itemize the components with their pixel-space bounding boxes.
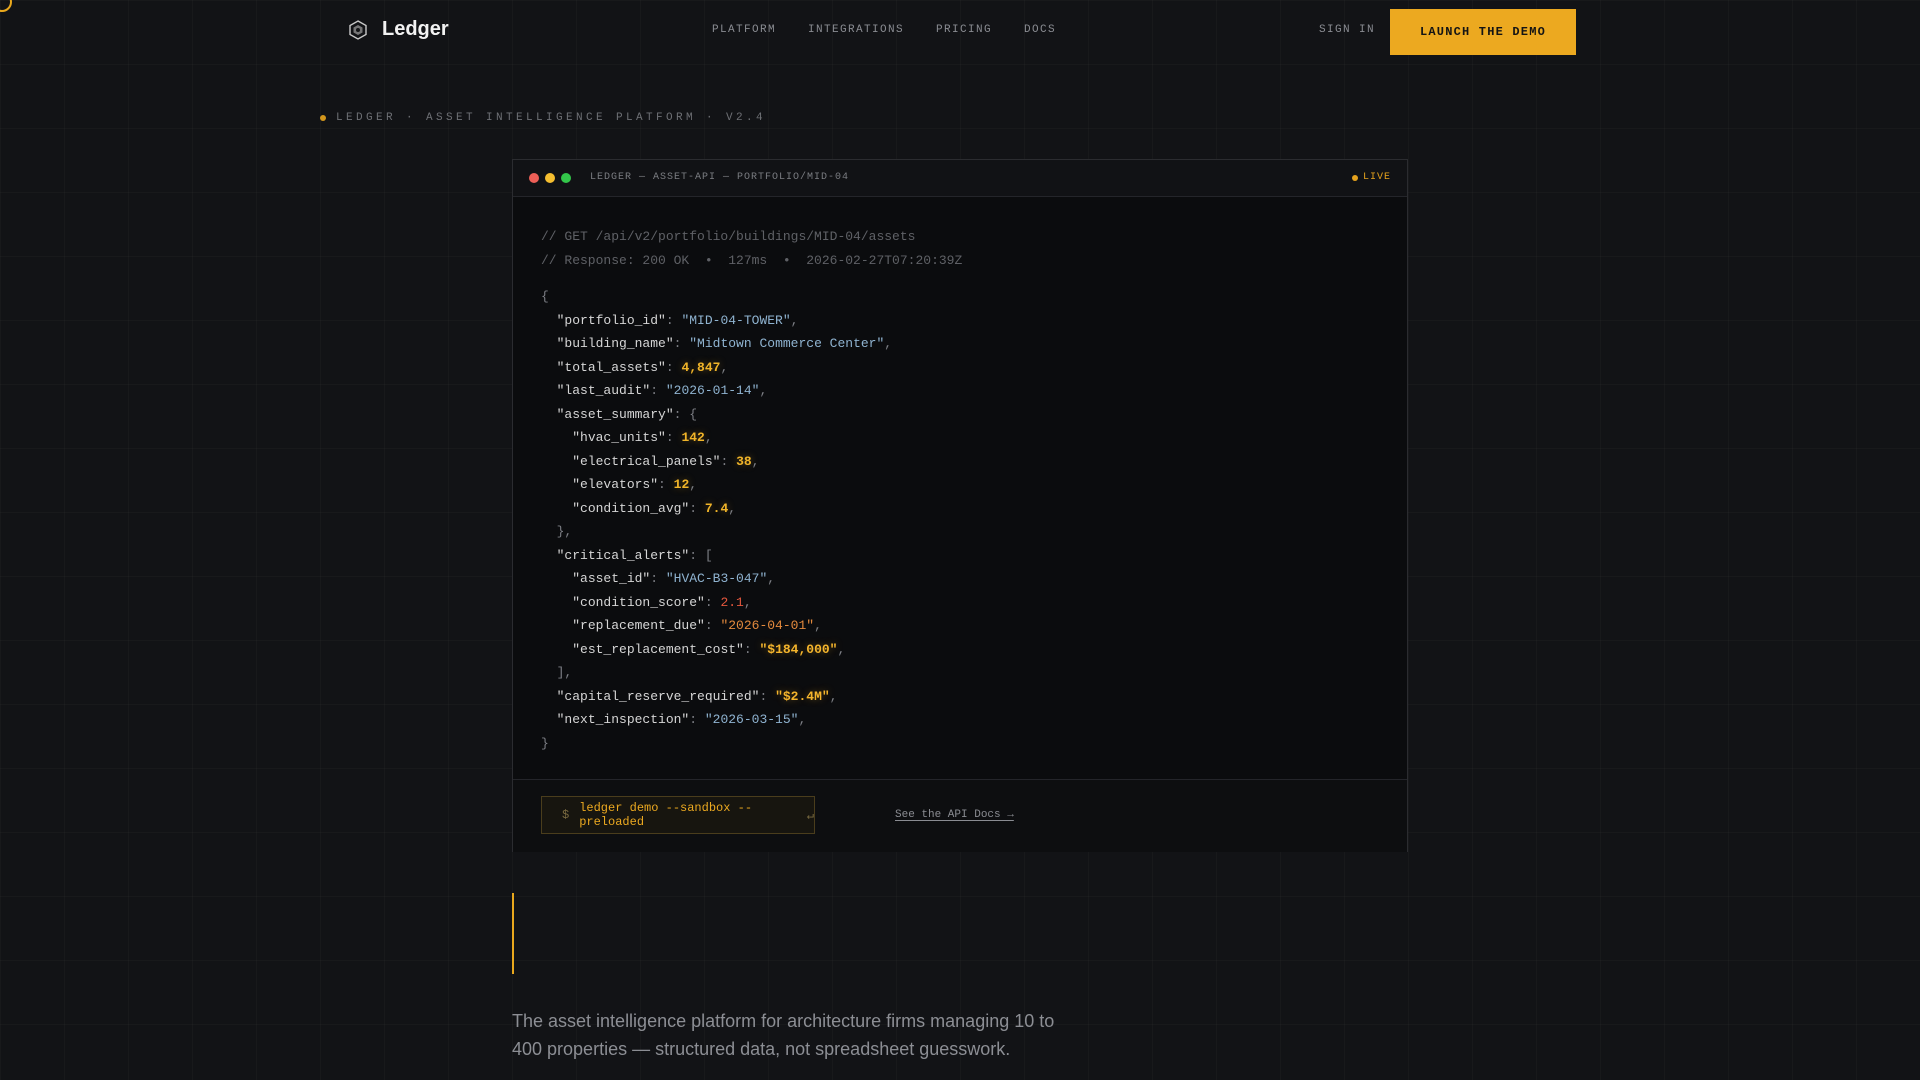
window-footer: $ ledger demo --sandbox --preloaded ↵ Se… [513,779,1407,852]
json-open-brace: { [541,289,549,304]
accent-bar [512,893,514,974]
request-comment: // GET /api/v2/portfolio/buildings/MID-0… [541,229,916,244]
json-line-replacement-due: "replacement_due": "2026-04-01", [572,618,822,633]
window-controls [529,173,571,183]
maximize-window-dot[interactable] [561,173,571,183]
json-line-asset-id: "asset_id": "HVAC-B3-047", [572,571,776,586]
close-window-dot[interactable] [529,173,539,183]
demo-command-button[interactable]: $ ledger demo --sandbox --preloaded ↵ [541,796,815,834]
json-line-total-assets: "total_assets": 4,847, [556,359,729,375]
json-line-critical-alerts: "critical_alerts": [ [556,547,713,563]
json-line-condition-score: "condition_score": 2.1, [572,594,752,610]
nav-link-platform[interactable]: PLATFORM [712,24,776,36]
live-badge: LIVE [1351,172,1391,183]
brand-name: Ledger [382,18,449,40]
launch-demo-button[interactable]: LAUNCH THE DEMO [1390,9,1576,55]
json-line-portfolio-id: "portfolio_id": "MID-04-TOWER", [556,312,799,328]
json-line-elevators: "elevators": 12, [572,477,698,492]
json-line-hvac-units: "hvac_units": 142, [572,430,713,445]
tagline: The asset intelligence platform for arch… [512,1011,1055,1059]
terminal-window: LEDGER — ASSET-API — PORTFOLIO/MID-04 LI… [512,159,1408,852]
eyebrow-text: LEDGER · ASSET INTELLIGENCE PLATFORM · V… [336,112,767,124]
brand[interactable]: Ledger [348,18,449,41]
command-text: ledger demo --sandbox --preloaded [579,801,753,829]
json-line-summary-close: }, [541,524,573,539]
json-line-asset-summary: "asset_summary": { [556,406,698,422]
api-docs-link[interactable]: See the API Docs → [895,809,1014,821]
top-nav: Ledger PLATFORM INTEGRATIONS PRICING DOC… [0,0,1920,64]
nav-link-docs[interactable]: DOCS [1024,24,1056,36]
json-line-alerts-close: ], [541,665,573,680]
json-line-capital-reserve: "capital_reserve_required": "$2.4M", [556,688,838,704]
enter-icon: ↵ [806,808,814,823]
nav-link-integrations[interactable]: INTEGRATIONS [808,24,904,36]
nav-links: PLATFORM INTEGRATIONS PRICING DOCS [712,24,1056,36]
command-prompt: $ [562,808,570,822]
hexagon-logo-icon [349,19,367,40]
json-line-last-audit: "last_audit": "2026-01-14", [556,383,768,398]
json-line-building-name: "building_name": "Midtown Commerce Cente… [556,336,893,351]
json-line-next-inspection: "next_inspection": "2026-03-15", [556,712,807,727]
eyebrow-dot [320,115,326,121]
json-line-est-replacement-cost: "est_replacement_cost": "$184,000", [572,641,846,657]
response-comment: // Response: 200 OK • 127ms • 2026-02-27… [541,252,963,268]
code-block: // GET /api/v2/portfolio/buildings/MID-0… [541,225,962,755]
eyebrow: LEDGER · ASSET INTELLIGENCE PLATFORM · V… [320,112,766,124]
sign-in-link[interactable]: SIGN IN [1319,24,1375,36]
live-dot-icon [1351,174,1358,181]
window-title: LEDGER — ASSET-API — PORTFOLIO/MID-04 [590,172,850,183]
nav-link-pricing[interactable]: PRICING [936,24,992,36]
live-label: LIVE [1362,172,1391,183]
window-titlebar: LEDGER — ASSET-API — PORTFOLIO/MID-04 LI… [513,160,1407,197]
json-close-brace: } [541,735,549,751]
json-line-condition-avg: "condition_avg": 7.4, [572,500,737,516]
json-line-electrical-panels: "electrical_panels": 38, [572,453,760,469]
minimize-window-dot[interactable] [545,173,555,183]
